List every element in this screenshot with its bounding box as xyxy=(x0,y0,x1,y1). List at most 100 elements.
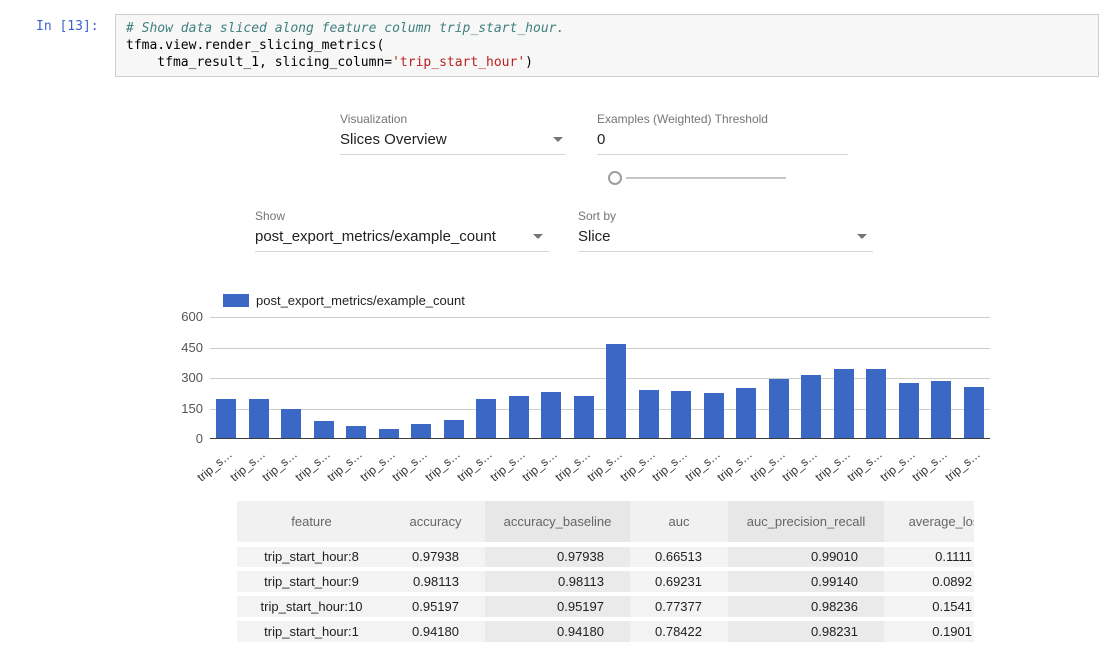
metrics-table: featureaccuracyaccuracy_baselineaucauc_p… xyxy=(237,501,974,646)
metric-cell: 0.0892 xyxy=(884,569,974,594)
column-header[interactable]: auc xyxy=(630,501,728,544)
metric-cell: 0.1901 xyxy=(884,619,974,644)
bar[interactable] xyxy=(509,396,529,438)
column-header[interactable]: auc_precision_recall xyxy=(728,501,884,544)
bar[interactable] xyxy=(346,426,366,438)
column-header[interactable]: accuracy_baseline xyxy=(485,501,630,544)
bar[interactable] xyxy=(899,383,919,438)
bar[interactable] xyxy=(704,393,724,438)
chevron-down-icon[interactable] xyxy=(553,137,563,142)
slices-bar-chart: post_export_metrics/example_count 600 450… xyxy=(163,288,1043,488)
plot-area xyxy=(210,317,990,439)
metric-cell: 0.1111 xyxy=(884,544,974,569)
slider-track[interactable] xyxy=(626,177,786,179)
threshold-slider[interactable] xyxy=(606,170,786,186)
chart-legend: post_export_metrics/example_count xyxy=(223,292,465,306)
metric-cell: 0.94180 xyxy=(386,619,485,644)
sort-value: Slice xyxy=(578,228,611,245)
metric-cell: 0.78422 xyxy=(630,619,728,644)
bar[interactable] xyxy=(866,369,886,438)
metric-cell: 0.98113 xyxy=(386,569,485,594)
bar[interactable] xyxy=(639,390,659,438)
metric-cell: 0.99010 xyxy=(728,544,884,569)
column-header[interactable]: accuracy xyxy=(386,501,485,544)
metric-cell: 0.95197 xyxy=(485,594,630,619)
table-row[interactable]: trip_start_hour:90.981130.981130.692310.… xyxy=(237,569,974,594)
bar[interactable] xyxy=(314,421,334,438)
legend-swatch xyxy=(223,294,249,307)
bar[interactable] xyxy=(801,375,821,438)
y-tick-label: 0 xyxy=(163,431,203,447)
metric-cell: 0.95197 xyxy=(386,594,485,619)
bar[interactable] xyxy=(769,379,789,438)
feature-cell: trip_start_hour:1 xyxy=(237,619,386,644)
threshold-value: 0 xyxy=(597,131,605,148)
y-tick-label: 600 xyxy=(163,309,203,325)
show-select[interactable]: post_export_metrics/example_count xyxy=(255,227,549,252)
visualization-select[interactable]: Slices Overview xyxy=(340,130,565,155)
metrics-table-wrap: featureaccuracyaccuracy_baselineaucauc_p… xyxy=(237,501,974,668)
threshold-input[interactable]: 0 xyxy=(597,130,848,155)
column-header[interactable]: feature xyxy=(237,501,386,544)
metric-cell: 0.99140 xyxy=(728,569,884,594)
bar[interactable] xyxy=(964,387,984,438)
bar[interactable] xyxy=(411,424,431,438)
bar[interactable] xyxy=(834,369,854,438)
legend-label: post_export_metrics/example_count xyxy=(256,293,465,308)
metric-cell: 0.1541 xyxy=(884,594,974,619)
threshold-control: Examples (Weighted) Threshold 0 xyxy=(597,112,848,155)
feature-cell: trip_start_hour:8 xyxy=(237,544,386,569)
table-header-row: featureaccuracyaccuracy_baselineaucauc_p… xyxy=(237,501,974,544)
metric-cell: 0.77377 xyxy=(630,594,728,619)
sort-label: Sort by xyxy=(578,209,873,223)
bar[interactable] xyxy=(541,392,561,438)
bar[interactable] xyxy=(281,409,301,438)
code-string: 'trip_start_hour' xyxy=(392,55,525,70)
table-row[interactable]: trip_start_hour:10.941800.941800.784220.… xyxy=(237,619,974,644)
bar[interactable] xyxy=(606,344,626,438)
y-axis: 600 450 300 150 0 xyxy=(163,288,203,458)
threshold-label: Examples (Weighted) Threshold xyxy=(597,112,848,126)
code-editor[interactable]: # Show data sliced along feature column … xyxy=(115,14,1099,77)
visualization-value: Slices Overview xyxy=(340,131,447,148)
bar[interactable] xyxy=(249,399,269,438)
code-comment: # Show data sliced along feature column … xyxy=(126,21,564,36)
metric-cell: 0.94180 xyxy=(485,619,630,644)
y-tick-label: 450 xyxy=(163,340,203,356)
bar[interactable] xyxy=(736,388,756,438)
y-tick-label: 300 xyxy=(163,370,203,386)
visualization-label: Visualization xyxy=(340,112,565,126)
feature-cell: trip_start_hour:10 xyxy=(237,594,386,619)
metric-cell: 0.97938 xyxy=(485,544,630,569)
y-tick-label: 150 xyxy=(163,401,203,417)
slider-knob[interactable] xyxy=(608,171,622,185)
sort-select[interactable]: Slice xyxy=(578,227,873,252)
chevron-down-icon[interactable] xyxy=(857,234,867,239)
bar[interactable] xyxy=(216,399,236,438)
cell-prompt: In [13]: xyxy=(36,19,99,34)
bar[interactable] xyxy=(444,420,464,438)
metric-cell: 0.66513 xyxy=(630,544,728,569)
bar[interactable] xyxy=(574,396,594,438)
x-axis-labels: trip_s…trip_s…trip_s…trip_s…trip_s…trip_… xyxy=(210,441,990,486)
table-row[interactable]: trip_start_hour:80.979380.979380.665130.… xyxy=(237,544,974,569)
visualization-dropdown: Visualization Slices Overview xyxy=(340,112,565,155)
metric-cell: 0.98113 xyxy=(485,569,630,594)
metric-cell: 0.98231 xyxy=(728,619,884,644)
bar[interactable] xyxy=(671,391,691,438)
chevron-down-icon[interactable] xyxy=(533,234,543,239)
table-row[interactable]: trip_start_hour:100.951970.951970.773770… xyxy=(237,594,974,619)
feature-cell: trip_start_hour:9 xyxy=(237,569,386,594)
bar[interactable] xyxy=(931,381,951,438)
metric-cell: 0.97938 xyxy=(386,544,485,569)
column-header[interactable]: average_los xyxy=(884,501,974,544)
metric-cell: 0.69231 xyxy=(630,569,728,594)
code-text: tfma_result_1, slicing_column= xyxy=(126,55,392,70)
bar[interactable] xyxy=(476,399,496,438)
code-text: tfma.view.render_slicing_metrics( xyxy=(126,38,384,53)
sort-dropdown: Sort by Slice xyxy=(578,209,873,252)
metric-cell: 0.98236 xyxy=(728,594,884,619)
show-value: post_export_metrics/example_count xyxy=(255,228,496,245)
show-dropdown: Show post_export_metrics/example_count xyxy=(255,209,549,252)
bar[interactable] xyxy=(379,429,399,438)
